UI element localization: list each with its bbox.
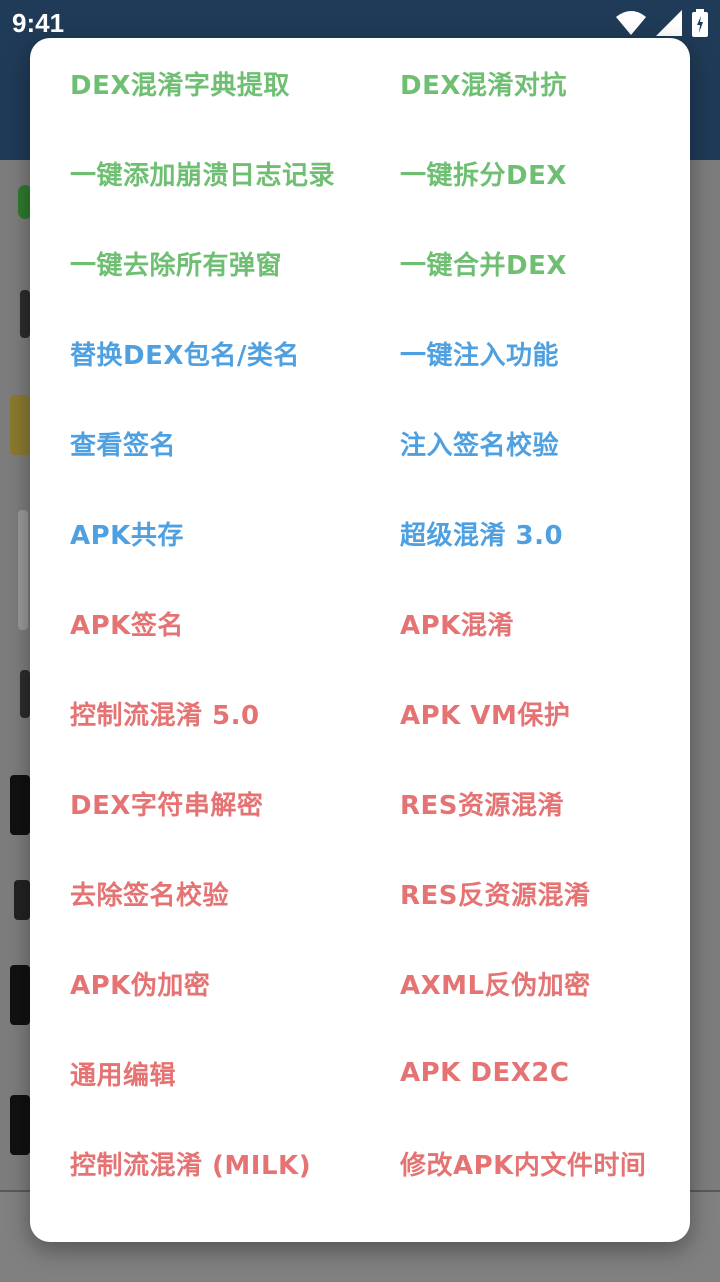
menu-item[interactable]: 一键去除所有弹窗	[30, 218, 360, 308]
menu-item[interactable]: 一键合并DEX	[360, 218, 690, 308]
menu-item[interactable]: 修改APK内文件时间	[360, 1118, 690, 1208]
menu-item[interactable]: DEX字符串解密	[30, 758, 360, 848]
background-app-icon	[20, 670, 30, 718]
background-app-icon	[10, 965, 30, 1025]
status-time: 9:41	[12, 8, 65, 38]
wifi-icon	[616, 10, 646, 36]
menu-item[interactable]: 一键注入功能	[360, 308, 690, 398]
background-app-icon	[10, 395, 30, 455]
menu-item[interactable]: APK VM保护	[360, 668, 690, 758]
menu-item[interactable]: 超级混淆 3.0	[360, 488, 690, 578]
menu-item[interactable]: 注入签名校验	[360, 398, 690, 488]
menu-item[interactable]: 通用编辑	[30, 1028, 360, 1118]
menu-item[interactable]: 控制流混淆 (MILK)	[30, 1118, 360, 1208]
menu-item[interactable]: 一键添加崩溃日志记录	[30, 128, 360, 218]
menu-item[interactable]: AXML反伪加密	[360, 938, 690, 1028]
tools-dialog: DEX混淆字典提取 DEX混淆对抗 一键添加崩溃日志记录 一键拆分DEX 一键去除所有弹…	[30, 38, 690, 1242]
status-icons	[616, 9, 708, 37]
battery-icon	[692, 9, 708, 37]
background-app-icon	[14, 880, 30, 920]
menu-item[interactable]: RES资源混淆	[360, 758, 690, 848]
background-app-icon	[18, 510, 28, 630]
menu-item[interactable]: RES反资源混淆	[360, 848, 690, 938]
tools-menu-grid: DEX混淆字典提取 DEX混淆对抗 一键添加崩溃日志记录 一键拆分DEX 一键去除所有弹…	[30, 38, 690, 1208]
menu-item[interactable]: 去除签名校验	[30, 848, 360, 938]
menu-item[interactable]: DEX混淆字典提取	[30, 38, 360, 128]
menu-item[interactable]: APK签名	[30, 578, 360, 668]
background-app-icon	[20, 290, 30, 338]
background-app-icon	[10, 775, 30, 835]
menu-item[interactable]: APK伪加密	[30, 938, 360, 1028]
menu-item[interactable]: 一键拆分DEX	[360, 128, 690, 218]
menu-item[interactable]: DEX混淆对抗	[360, 38, 690, 128]
menu-item[interactable]: 查看签名	[30, 398, 360, 488]
menu-item[interactable]: APK DEX2C	[360, 1028, 690, 1118]
menu-item[interactable]: 替换DEX包名/类名	[30, 308, 360, 398]
menu-item[interactable]: APK混淆	[360, 578, 690, 668]
menu-item[interactable]: 控制流混淆 5.0	[30, 668, 360, 758]
background-app-icon	[10, 1095, 30, 1155]
menu-item[interactable]: APK共存	[30, 488, 360, 578]
signal-icon	[656, 10, 682, 36]
